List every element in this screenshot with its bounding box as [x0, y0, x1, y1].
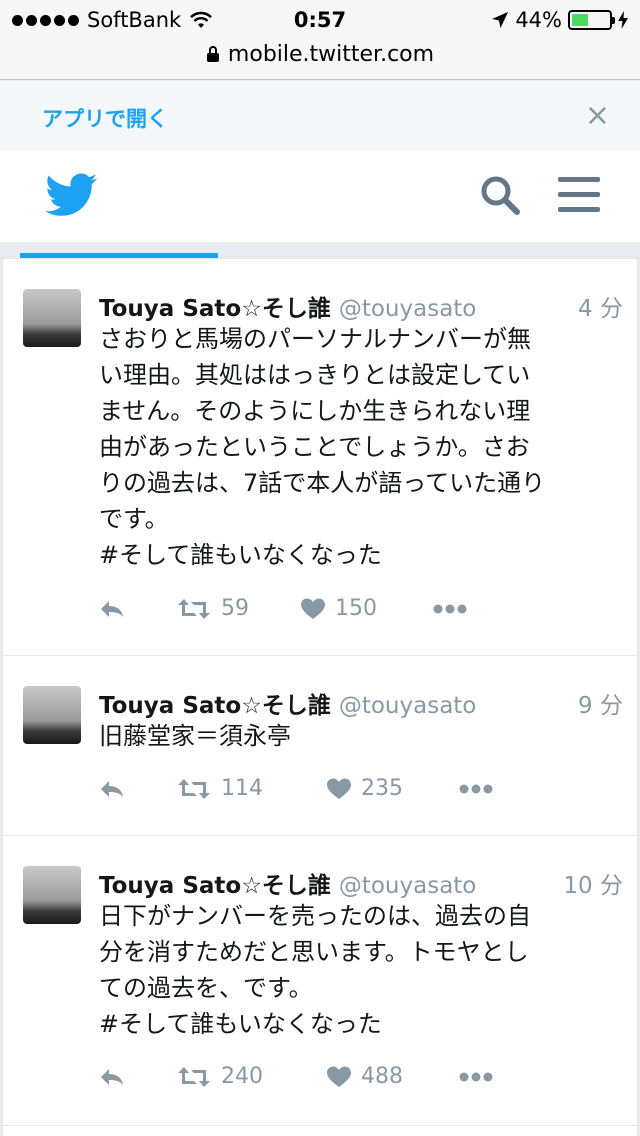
tweet-timestamp[interactable]: 9 分	[578, 686, 623, 720]
avatar[interactable]	[23, 686, 81, 744]
close-icon[interactable]: ×	[585, 101, 610, 131]
retweet-button[interactable]: 59	[177, 596, 301, 621]
tweet-text: 旧藤堂家＝須永亭	[99, 722, 291, 750]
reply-button[interactable]	[99, 1067, 177, 1087]
reply-button[interactable]	[99, 779, 177, 799]
twitter-bird-icon[interactable]	[46, 173, 98, 217]
location-arrow-icon	[492, 12, 509, 28]
more-dots-icon	[459, 1072, 493, 1081]
more-dots-icon	[459, 784, 493, 793]
retweet-count: 59	[221, 596, 249, 621]
tweet-timestamp[interactable]: 4 分	[578, 289, 623, 323]
tweet-author-handle[interactable]: @touyasato	[339, 296, 477, 322]
charging-bolt-icon	[618, 11, 628, 29]
retweet-icon	[178, 778, 210, 799]
url-text: mobile.twitter.com	[227, 42, 435, 67]
search-icon[interactable]	[478, 173, 522, 217]
open-in-app-link[interactable]: アプリで開く	[42, 103, 168, 133]
retweet-count: 240	[221, 1064, 263, 1089]
tweet[interactable]: Touya Sato☆そし誰 @touyasato 10 分 日下がナンバーを売っ…	[2, 836, 638, 1126]
url-bar[interactable]: mobile.twitter.com	[0, 40, 640, 80]
retweet-icon	[178, 598, 210, 619]
tweet-author-name[interactable]: Touya Sato☆そし誰	[99, 693, 331, 719]
avatar[interactable]	[23, 866, 81, 924]
more-options-button[interactable]	[459, 1072, 493, 1082]
like-button[interactable]: 235	[327, 776, 459, 801]
timeline: Touya Sato☆そし誰 @touyasato 4 分 さおりと馬場のパーソナ…	[0, 258, 640, 1136]
lock-icon	[206, 46, 220, 62]
tweet-timestamp[interactable]: 10 分	[563, 866, 623, 900]
tweet[interactable]: Touya Sato☆そし誰 @touyasato 4 分 さおりと馬場のパーソナ…	[2, 258, 638, 656]
heart-icon	[327, 1066, 351, 1087]
reply-button[interactable]	[99, 599, 177, 619]
tweet-author-handle[interactable]: @touyasato	[339, 693, 477, 719]
tweet-author-name[interactable]: Touya Sato☆そし誰	[99, 873, 331, 899]
like-count: 235	[361, 776, 403, 801]
reply-icon	[101, 600, 123, 617]
tweet-author-name[interactable]: Touya Sato☆そし誰	[99, 296, 331, 322]
like-count: 488	[361, 1064, 403, 1089]
app-banner: アプリで開く ×	[0, 81, 640, 151]
reply-icon	[101, 780, 123, 797]
status-bar: SoftBank 0:57 44%	[0, 0, 640, 40]
tweet[interactable]	[2, 1126, 638, 1136]
heart-icon	[327, 778, 351, 799]
battery-icon	[568, 10, 615, 30]
retweet-button[interactable]: 114	[177, 776, 327, 801]
more-dots-icon	[433, 604, 467, 613]
tweet-text: 日下がナンバーを売ったのは、過去の自 分を消すためだと思います。トモヤとし ての…	[99, 902, 531, 1038]
like-count: 150	[335, 596, 377, 621]
like-button[interactable]: 488	[327, 1064, 459, 1089]
site-header	[0, 151, 640, 243]
menu-icon[interactable]	[558, 175, 602, 215]
battery-percent: 44%	[515, 8, 562, 32]
like-button[interactable]: 150	[301, 596, 433, 621]
more-options-button[interactable]	[433, 604, 467, 614]
retweet-count: 114	[221, 776, 263, 801]
heart-icon	[301, 598, 325, 619]
more-options-button[interactable]	[459, 784, 493, 794]
reply-icon	[101, 1068, 123, 1085]
tweet[interactable]: Touya Sato☆そし誰 @touyasato 9 分 旧藤堂家＝須永亭 11…	[2, 656, 638, 836]
tweet-author-handle[interactable]: @touyasato	[339, 873, 477, 899]
tweet-text: さおりと馬場のパーソナルナンバーが無 い理由。其処ははっきりとは設定してい ませ…	[99, 325, 546, 569]
retweet-icon	[178, 1066, 210, 1087]
avatar[interactable]	[23, 289, 81, 347]
retweet-button[interactable]: 240	[177, 1064, 327, 1089]
